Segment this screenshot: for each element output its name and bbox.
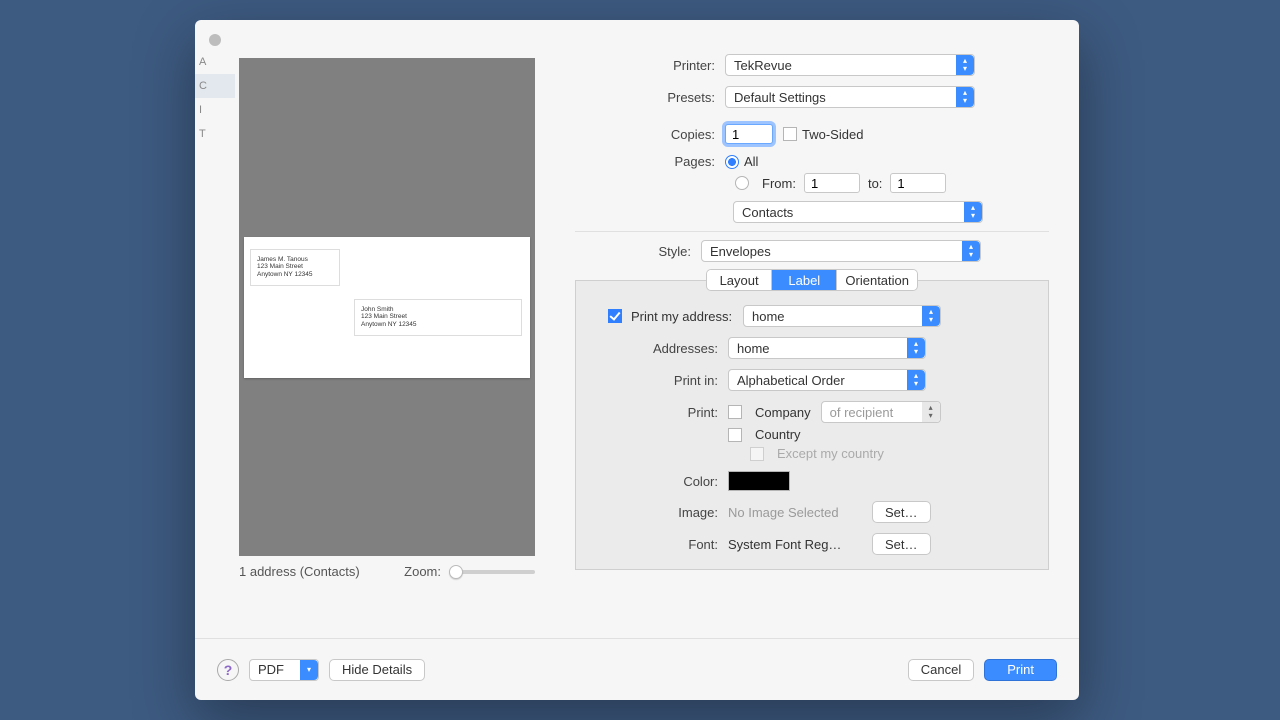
style-select[interactable]: Envelopes ▴▾ bbox=[701, 240, 981, 262]
country-checkbox[interactable] bbox=[728, 428, 742, 442]
font-set-button[interactable]: Set… bbox=[872, 533, 931, 555]
dropdown-arrows-icon: ▴▾ bbox=[956, 55, 974, 75]
pdf-menu-button[interactable]: PDF ▾ bbox=[249, 659, 319, 681]
dropdown-arrows-icon: ▴▾ bbox=[956, 87, 974, 107]
help-button[interactable]: ? bbox=[217, 659, 239, 681]
label-panel: Layout Label Orientation Print my addres… bbox=[575, 280, 1049, 570]
dropdown-arrows-icon: ▴▾ bbox=[907, 338, 925, 358]
company-checkbox[interactable] bbox=[728, 405, 742, 419]
print-preview: James M. Tanous 123 Main Street Anytown … bbox=[239, 58, 535, 556]
preview-status: 1 address (Contacts) bbox=[239, 564, 360, 579]
company-label: Company bbox=[755, 405, 811, 420]
presets-select[interactable]: Default Settings ▴▾ bbox=[725, 86, 975, 108]
two-sided-checkbox[interactable] bbox=[783, 127, 797, 141]
zoom-slider[interactable] bbox=[449, 570, 535, 574]
destination-address: John Smith 123 Main Street Anytown NY 12… bbox=[354, 299, 522, 336]
dest-city: Anytown NY 12345 bbox=[361, 321, 515, 329]
pages-label: Pages: bbox=[575, 154, 725, 169]
printer-label: Printer: bbox=[575, 58, 725, 73]
image-value: No Image Selected bbox=[728, 505, 864, 520]
print-in-label: Print in: bbox=[580, 373, 728, 388]
dropdown-arrows-icon: ▴▾ bbox=[962, 241, 980, 261]
pages-range-radio[interactable] bbox=[735, 176, 749, 190]
pages-from-label: From: bbox=[762, 176, 796, 191]
copies-input[interactable] bbox=[725, 124, 773, 144]
dropdown-arrow-icon: ▾ bbox=[300, 660, 318, 680]
pages-from-input[interactable] bbox=[804, 173, 860, 193]
image-label: Image: bbox=[580, 505, 728, 520]
return-address: James M. Tanous 123 Main Street Anytown … bbox=[250, 249, 340, 286]
except-my-country-checkbox bbox=[750, 447, 764, 461]
image-set-button[interactable]: Set… bbox=[872, 501, 931, 523]
dialog-footer: ? PDF ▾ Hide Details Cancel Print bbox=[195, 638, 1079, 700]
return-city: Anytown NY 12345 bbox=[257, 271, 333, 279]
dest-street: 123 Main Street bbox=[361, 313, 515, 321]
except-my-country-label: Except my country bbox=[777, 446, 884, 461]
print-my-address-select[interactable]: home ▴▾ bbox=[743, 305, 941, 327]
tab-orientation[interactable]: Orientation bbox=[837, 270, 917, 290]
cancel-button[interactable]: Cancel bbox=[908, 659, 974, 681]
zoom-label: Zoom: bbox=[404, 564, 441, 579]
print-my-address-label: Print my address: bbox=[631, 309, 743, 324]
print-label: Print: bbox=[580, 405, 728, 420]
pages-to-label: to: bbox=[868, 176, 882, 191]
color-label: Color: bbox=[580, 474, 728, 489]
dropdown-arrows-icon: ▴▾ bbox=[907, 370, 925, 390]
print-in-select[interactable]: Alphabetical Order ▴▾ bbox=[728, 369, 926, 391]
pages-to-input[interactable] bbox=[890, 173, 946, 193]
hide-details-button[interactable]: Hide Details bbox=[329, 659, 425, 681]
dropdown-arrows-icon: ▴▾ bbox=[922, 402, 940, 422]
printer-select[interactable]: TekRevue ▴▾ bbox=[725, 54, 975, 76]
print-dialog: ACIT James M. Tanous 123 Main Street Any… bbox=[195, 20, 1079, 700]
addresses-select[interactable]: home ▴▾ bbox=[728, 337, 926, 359]
copies-label: Copies: bbox=[575, 127, 725, 142]
tab-layout[interactable]: Layout bbox=[707, 270, 772, 290]
tab-label[interactable]: Label bbox=[772, 270, 837, 290]
dest-name: John Smith bbox=[361, 306, 515, 314]
presets-label: Presets: bbox=[575, 90, 725, 105]
addresses-label: Addresses: bbox=[580, 341, 728, 356]
dropdown-arrows-icon: ▴▾ bbox=[964, 202, 982, 222]
pages-all-label: All bbox=[744, 154, 758, 169]
print-my-address-checkbox[interactable] bbox=[608, 309, 622, 323]
return-name: James M. Tanous bbox=[257, 256, 333, 264]
country-label: Country bbox=[755, 427, 801, 442]
font-value: System Font Reg… bbox=[728, 537, 864, 552]
zoom-slider-thumb[interactable] bbox=[449, 565, 463, 579]
close-window-button[interactable] bbox=[209, 34, 221, 46]
of-recipient-select[interactable]: of recipient ▴▾ bbox=[821, 401, 941, 423]
envelope-preview: James M. Tanous 123 Main Street Anytown … bbox=[244, 237, 530, 378]
panel-tabs: Layout Label Orientation bbox=[706, 269, 918, 291]
divider bbox=[575, 231, 1049, 232]
style-label: Style: bbox=[575, 244, 701, 259]
app-options-select[interactable]: Contacts ▴▾ bbox=[733, 201, 983, 223]
print-button[interactable]: Print bbox=[984, 659, 1057, 681]
pages-all-radio[interactable] bbox=[725, 155, 739, 169]
two-sided-label: Two-Sided bbox=[802, 127, 863, 142]
dropdown-arrows-icon: ▴▾ bbox=[922, 306, 940, 326]
color-well[interactable] bbox=[728, 471, 790, 491]
return-street: 123 Main Street bbox=[257, 263, 333, 271]
font-label: Font: bbox=[580, 537, 728, 552]
